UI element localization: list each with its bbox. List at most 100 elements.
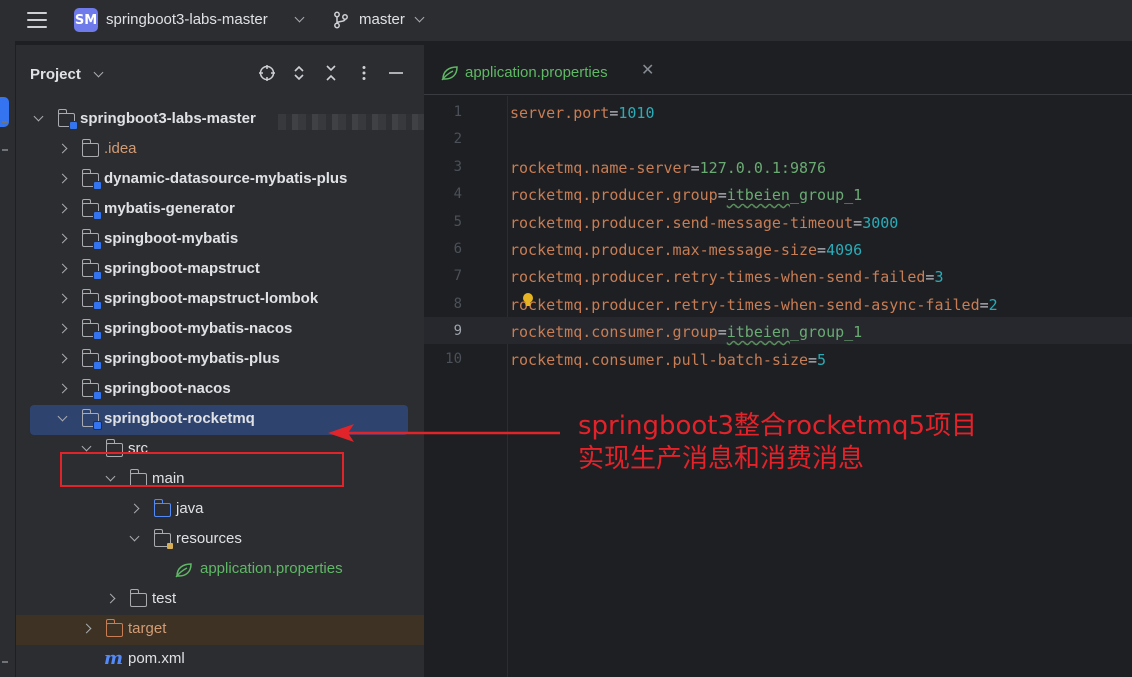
editor-tab-bar: application.properties ✕ (424, 45, 1132, 95)
tree-item-label: springboot-mybatis-plus (104, 350, 280, 367)
code-text: rocketmq.producer.max-message-size=4096 (510, 241, 863, 259)
project-panel-header: Project (16, 45, 424, 101)
annotation-arrow (328, 424, 560, 442)
line-number: 10 (445, 350, 462, 367)
chevron-right-icon[interactable] (129, 503, 140, 514)
code-text: rocketmq.producer.group=itbeien_group_1 (510, 186, 863, 205)
chevron-right-icon[interactable] (105, 593, 116, 604)
chevron-down-icon[interactable] (57, 411, 68, 422)
tree-item-label: pom.xml (128, 650, 185, 667)
code-line[interactable]: 5 rocketmq.producer.send-message-timeout=… (424, 208, 1132, 235)
lightbulb-icon[interactable] (522, 292, 534, 308)
tree-item-label: springboot3-labs-master (80, 110, 256, 127)
chevron-down-icon[interactable] (93, 67, 104, 78)
tree-item-label: mybatis-generator (104, 200, 235, 217)
code-line[interactable]: 1 server.port=1010 (424, 98, 1132, 125)
module-folder-icon (81, 169, 102, 190)
code-line[interactable]: 3 rocketmq.name-server=127.0.0.1:9876 (424, 153, 1132, 180)
spring-leaf-icon (175, 563, 192, 578)
code-line[interactable]: 2 (424, 125, 1132, 152)
chevron-right-icon[interactable] (57, 353, 68, 364)
tree-item-label: .idea (104, 140, 137, 157)
tree-row[interactable]: springboot-mapstruct-lombok (16, 285, 424, 315)
code-line[interactable]: 10 rocketmq.consumer.pull-batch-size=5 (424, 345, 1132, 372)
line-number: 9 (453, 323, 462, 340)
panel-title[interactable]: Project (30, 66, 81, 83)
expand-all-icon[interactable] (290, 64, 308, 82)
tree-row[interactable]: java (16, 495, 424, 525)
project-selector[interactable]: springboot3-labs-master (106, 11, 268, 28)
locate-icon[interactable] (258, 64, 276, 82)
line-number: 6 (453, 241, 462, 257)
tree-row[interactable]: spingboot-mybatis (16, 225, 424, 255)
code-text: server.port=1010 (510, 104, 655, 122)
tree-row[interactable]: mybatis-generator (16, 195, 424, 225)
chevron-down-icon[interactable] (294, 12, 305, 23)
chevron-right-icon[interactable] (57, 173, 68, 184)
chevron-down-icon[interactable] (129, 531, 140, 542)
module-folder-icon (81, 199, 102, 220)
code-text: rocketmq.producer.send-message-timeout=3… (510, 213, 899, 232)
code-line[interactable]: 9 rocketmq.consumer.group=itbeien_group_1 (424, 317, 1132, 345)
tool-window-stripe (0, 41, 16, 677)
close-icon[interactable]: ✕ (641, 60, 654, 79)
line-number: 8 (453, 295, 462, 312)
chevron-right-icon[interactable] (57, 203, 68, 214)
line-number: 3 (453, 158, 462, 175)
line-number: 5 (453, 213, 462, 230)
source-folder-icon (153, 499, 171, 517)
chevron-right-icon[interactable] (57, 383, 68, 394)
code-line[interactable]: 6 rocketmq.producer.max-message-size=4096 (424, 235, 1132, 262)
chevron-down-icon[interactable] (414, 12, 425, 23)
code-text: rocketmq.name-server=127.0.0.1:9876 (510, 158, 827, 177)
line-number: 1 (453, 104, 462, 120)
code-text: rocketmq.producer.retry-times-when-send-… (510, 295, 998, 314)
code-line[interactable]: 4 rocketmq.producer.group=itbeien_group_1 (424, 180, 1132, 207)
tree-row[interactable]: resources (16, 525, 424, 555)
line-number: 7 (453, 268, 462, 285)
tree-row[interactable]: .idea (16, 135, 424, 165)
branch-selector[interactable]: master (359, 11, 405, 28)
collapse-all-icon[interactable] (322, 64, 340, 82)
chevron-right-icon[interactable] (57, 323, 68, 334)
excluded-folder-icon (105, 619, 123, 637)
tree-row[interactable]: springboot-mybatis-plus (16, 345, 424, 375)
tree-row[interactable]: dynamic-datasource-mybatis-plus (16, 165, 424, 195)
module-folder-icon (81, 319, 102, 340)
tree-item-label: target (128, 620, 167, 637)
tree-row[interactable]: target (16, 615, 424, 645)
tree-row[interactable]: springboot-mapstruct (16, 255, 424, 285)
tree-item-label: java (176, 500, 204, 517)
chevron-right-icon[interactable] (57, 233, 68, 244)
stripe-divider (2, 149, 8, 151)
more-options-icon[interactable] (355, 64, 373, 82)
code-line[interactable]: 7 rocketmq.producer.retry-times-when-send… (424, 262, 1132, 289)
chevron-right-icon[interactable] (81, 623, 92, 634)
line-number: 4 (453, 186, 462, 203)
tree-item-label: resources (176, 530, 242, 547)
annotation-text: springboot3整合rocketmq5项目 实现生产消息和消费消息 (578, 410, 977, 476)
chevron-down-icon[interactable] (81, 441, 92, 452)
resources-folder-icon (153, 529, 173, 549)
tree-row[interactable]: springboot-nacos (16, 375, 424, 405)
chevron-right-icon[interactable] (57, 263, 68, 274)
minimize-icon[interactable] (387, 64, 405, 82)
highlight-box (60, 452, 344, 487)
git-branch-icon (334, 11, 348, 29)
module-folder-icon (81, 379, 102, 400)
chevron-right-icon[interactable] (57, 143, 68, 154)
line-number: 2 (453, 131, 462, 148)
chevron-down-icon[interactable] (33, 111, 44, 122)
tree-row[interactable]: springboot-mybatis-nacos (16, 315, 424, 345)
stripe-divider (2, 661, 8, 663)
tree-row[interactable]: application.properties (16, 555, 424, 585)
module-folder-icon (81, 229, 102, 250)
tree-row[interactable]: test (16, 585, 424, 615)
spring-leaf-icon (441, 66, 458, 81)
chevron-right-icon[interactable] (57, 293, 68, 304)
folder-icon (129, 589, 147, 607)
tree-row[interactable]: m pom.xml (16, 645, 424, 675)
code-editor[interactable]: 1 server.port=1010 2 3 rocketmq.name-server=… (424, 96, 1132, 677)
main-menu-icon[interactable] (27, 12, 47, 28)
tree-item-label: springboot-mapstruct (104, 260, 260, 277)
